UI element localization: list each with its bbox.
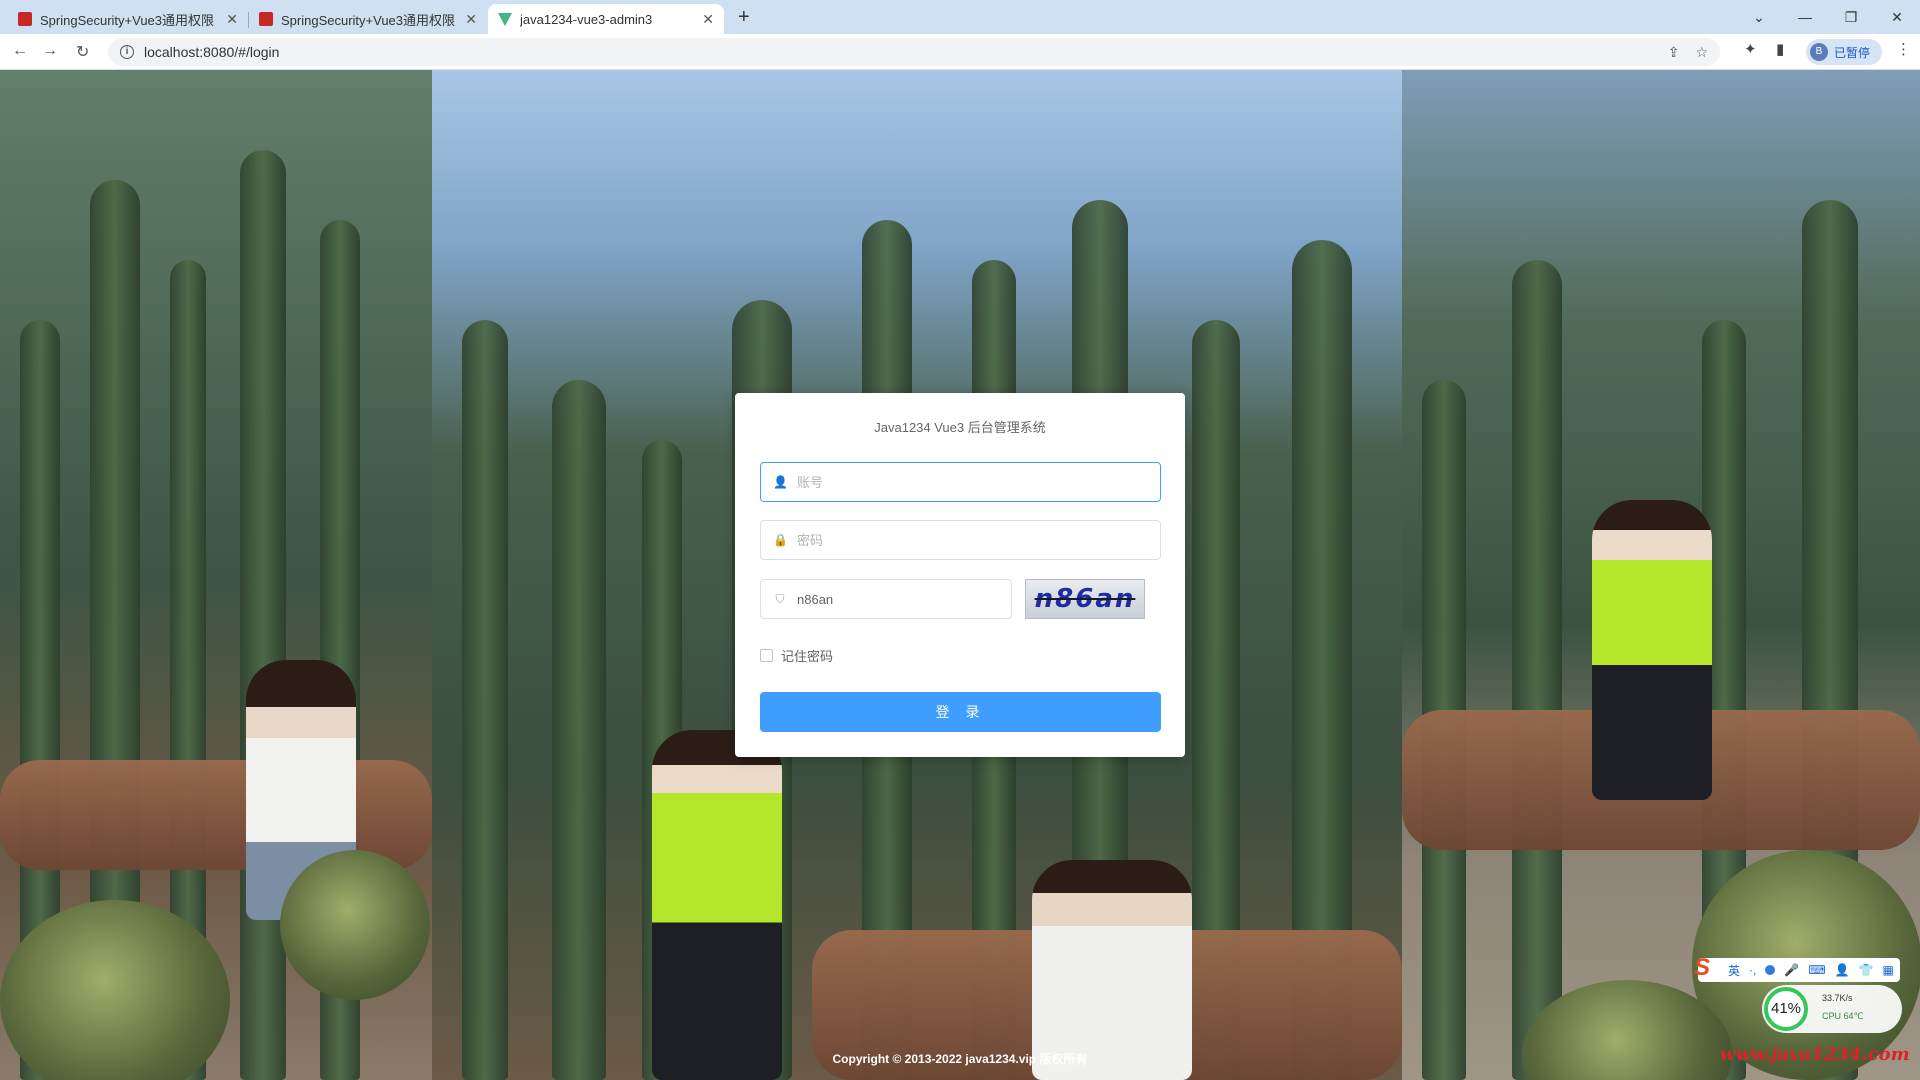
close-icon[interactable]: ✕ [702,11,714,28]
user-icon: 👤 [773,475,788,489]
password-input[interactable] [797,532,1107,548]
ime-language[interactable]: 英 [1728,962,1740,979]
tab-title: SpringSecurity+Vue3通用权限 [40,12,215,28]
cactus [552,380,606,1080]
login-button[interactable]: 登 录 [760,692,1161,732]
captcha-input[interactable] [797,591,988,607]
cpu-usage-ring: 41% [1764,987,1808,1031]
background-photo-right [1402,70,1920,1080]
child [1592,500,1712,800]
browser-tab-3[interactable]: java1234-vue3-admin3 ✕ [488,4,724,34]
close-icon[interactable]: ✕ [226,11,238,28]
browser-toolbar: ← → ↻ i localhost:8080/#/login ⇪ ☆ ✦ ▮ B… [0,34,1920,70]
background-photo-left [0,70,432,1080]
microphone-icon[interactable]: 🎤 [1784,963,1799,977]
minimize-icon[interactable]: — [1782,9,1828,25]
sogou-logo-icon: S [1694,954,1711,981]
red-j-icon [259,12,273,26]
watermark-text: www.java1234.com [1720,1044,1910,1065]
address-bar[interactable]: i localhost:8080/#/login ⇪ ☆ [108,38,1720,66]
username-input[interactable] [797,474,1107,490]
grid-menu-icon[interactable]: ▦ [1883,963,1894,977]
child [652,730,782,1080]
reload-icon[interactable]: ↻ [76,42,89,62]
avatar: B [1810,43,1828,61]
restore-icon[interactable]: ❐ [1828,9,1874,26]
person [1032,860,1192,1080]
close-window-icon[interactable]: ✕ [1874,9,1920,26]
forward-icon[interactable]: → [42,42,58,60]
bookmark-star-icon[interactable]: ☆ [1695,44,1708,61]
captcha-field[interactable]: ⛉ [760,579,1012,619]
browser-tab-2[interactable]: SpringSecurity+Vue3通用权限 ✕ [249,4,487,34]
lock-icon: 🔒 [773,533,788,547]
browser-tab-strip: SpringSecurity+Vue3通用权限 ✕ SpringSecurity… [0,0,1920,34]
emoji-icon[interactable] [1765,965,1776,975]
login-card: Java1234 Vue3 后台管理系统 👤 🔒 ⛉ n86an 记住密码 登 … [735,393,1185,757]
back-icon[interactable]: ← [12,42,28,60]
vue-logo-icon [498,12,512,26]
url-text: localhost:8080/#/login [144,44,280,60]
browser-tab-1[interactable]: SpringSecurity+Vue3通用权限 ✕ [8,4,248,34]
close-icon[interactable]: ✕ [465,11,477,28]
login-title: Java1234 Vue3 后台管理系统 [874,420,1046,435]
site-info-icon[interactable]: i [120,45,134,59]
barrel-cactus [280,850,430,1000]
shield-icon: ⛉ [775,591,785,606]
chevron-down-icon[interactable]: ⌄ [1736,9,1782,26]
cactus [240,150,286,1080]
tab-title: SpringSecurity+Vue3通用权限 [281,12,456,28]
keyboard-icon[interactable]: ⌨ [1808,963,1825,977]
cactus [462,320,508,1080]
punctuation-icon[interactable]: ·, [1749,963,1756,977]
captcha-image-text: n86an [1034,584,1136,614]
captcha-image[interactable]: n86an [1025,579,1145,619]
share-icon[interactable]: ⇪ [1668,44,1680,61]
ime-toolbar[interactable]: S 英 ·, 🎤 ⌨ 👤 👕 ▦ [1694,954,1900,982]
tab-title: java1234-vue3-admin3 [520,11,653,27]
skin-icon[interactable]: 👕 [1859,963,1874,977]
profile-button[interactable]: B 已暂停 [1806,39,1882,65]
cpu-temperature: CPU 64℃ [1822,1011,1864,1021]
performance-widget[interactable]: 41% 33.7K/s CPU 64℃ [1762,985,1902,1033]
new-tab-icon[interactable]: + [738,6,750,29]
profile-status: 已暂停 [1834,45,1871,60]
username-field[interactable]: 👤 [760,462,1161,502]
extensions-icon[interactable]: ✦ [1744,40,1757,58]
user-icon[interactable]: 👤 [1835,963,1850,977]
window-controls: ⌄ — ❐ ✕ [1736,0,1920,34]
network-speed: 33.7K/s [1822,993,1853,1003]
copyright-text: Copyright © 2013-2022 java1234.vip 版权所有 [832,1052,1088,1066]
cactus [1512,260,1562,1080]
more-menu-icon[interactable]: ⋮ [1896,40,1911,58]
side-panel-icon[interactable]: ▮ [1776,40,1784,58]
remember-checkbox[interactable] [760,649,773,662]
red-j-icon [18,12,32,26]
remember-password[interactable]: 记住密码 [760,646,833,665]
password-field[interactable]: 🔒 [760,520,1161,560]
remember-label: 记住密码 [781,649,834,664]
